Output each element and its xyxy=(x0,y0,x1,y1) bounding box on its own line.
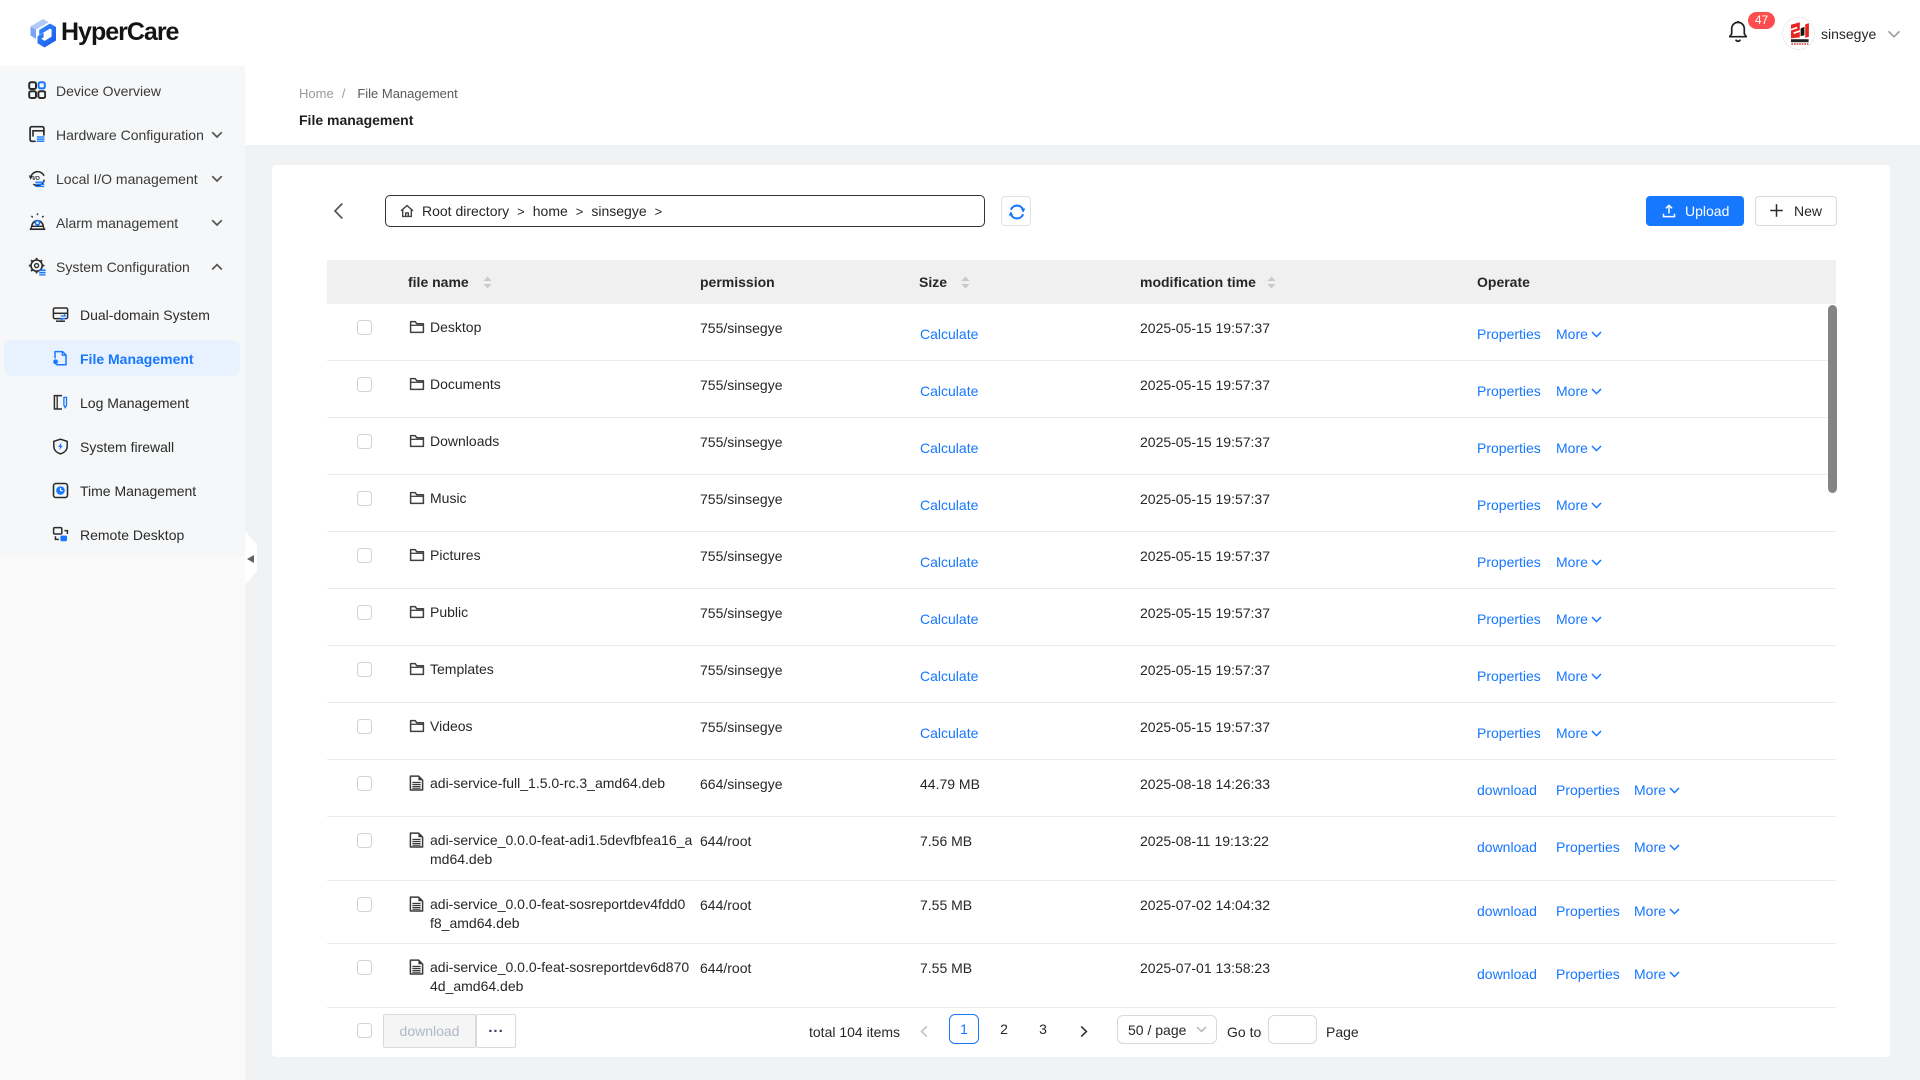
svg-text:I/O: I/O xyxy=(32,176,40,182)
